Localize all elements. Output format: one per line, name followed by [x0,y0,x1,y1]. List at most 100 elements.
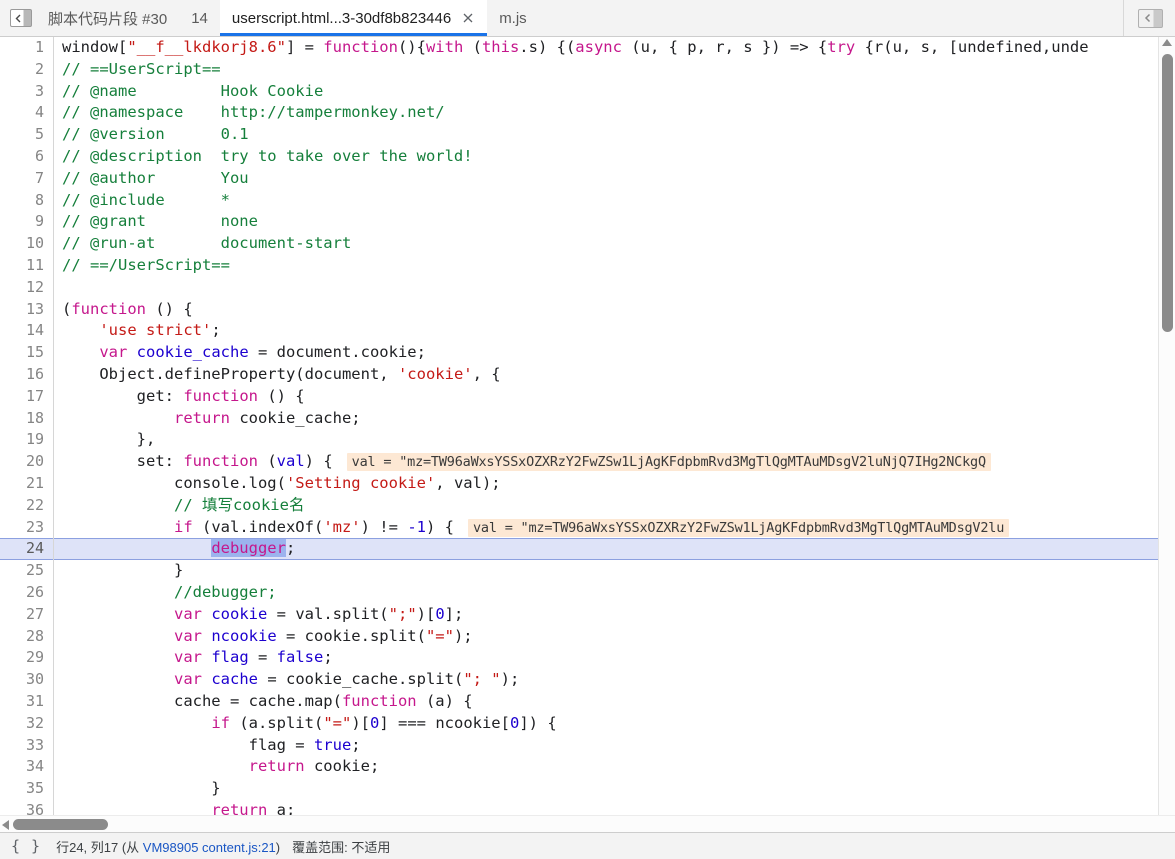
code-line-text[interactable]: var ncookie = cookie.split("="); [54,626,1175,648]
code-line[interactable]: 14 'use strict'; [0,320,1175,343]
line-number[interactable]: 28 [0,625,54,648]
line-number[interactable]: 13 [0,298,54,321]
code-line-text[interactable]: if (a.split("=")[0] === ncookie[0]) { [54,713,1175,735]
code-line[interactable]: 8 // @include * [0,189,1175,212]
code-line-text[interactable]: var cookie_cache = document.cookie; [54,342,1175,364]
code-line[interactable]: 13 (function () { [0,298,1175,321]
code-line-text[interactable]: debugger; [54,538,1175,560]
line-number[interactable]: 33 [0,734,54,757]
code-line[interactable]: 19 }, [0,429,1175,452]
line-number[interactable]: 36 [0,799,54,815]
code-line[interactable]: 5 // @version 0.1 [0,124,1175,146]
scroll-up-arrow-icon[interactable] [1162,39,1172,46]
code-line-text[interactable]: // 填写cookie名 [54,495,1175,517]
line-number[interactable]: 4 [0,102,54,125]
code-line-text[interactable]: (function () { [54,299,1175,321]
code-line-text[interactable]: // @namespace http://tampermonkey.net/ [54,102,1175,124]
code-line-text[interactable]: // ==UserScript== [54,59,1175,81]
inline-value-hint[interactable]: val = "mz=TW96aWxsYSSxOZXRzY2FwZSw1LjAgK… [467,518,1010,537]
code-line-text[interactable] [54,277,1175,299]
code-line[interactable]: 20 set: function (val) {val = "mz=TW96aW… [0,451,1175,473]
code-line-text[interactable]: window["__f__lkdkorj8.6"] = function(){w… [54,37,1175,59]
line-number[interactable]: 35 [0,778,54,800]
code-line-text[interactable]: // @grant none [54,211,1175,233]
code-line[interactable]: 27 var cookie = val.split(";")[0]; [0,603,1175,626]
code-line[interactable]: 15 var cookie_cache = document.cookie; [0,342,1175,364]
code-line-text[interactable]: Object.defineProperty(document, 'cookie'… [54,364,1175,386]
horizontal-scrollbar-thumb[interactable] [13,819,108,830]
line-number[interactable]: 19 [0,429,54,452]
line-number[interactable]: 5 [0,124,54,146]
code-line[interactable]: 22 // 填写cookie名 [0,494,1175,517]
code-line-text[interactable]: var cookie = val.split(";")[0]; [54,604,1175,626]
line-number[interactable]: 10 [0,233,54,255]
code-line-text[interactable]: cache = cache.map(function (a) { [54,691,1175,713]
line-number[interactable]: 15 [0,342,54,364]
line-number[interactable]: 30 [0,669,54,691]
code-line[interactable]: 31 cache = cache.map(function (a) { [0,690,1175,713]
code-line-text[interactable]: // @name Hook Cookie [54,81,1175,103]
code-line[interactable]: 23 if (val.indexOf('mz') != -1) {val = "… [0,516,1175,539]
code-line-text[interactable]: flag = true; [54,735,1175,757]
code-line-text[interactable]: 'use strict'; [54,320,1175,342]
code-line-text[interactable]: // @run-at document-start [54,233,1175,255]
code-line[interactable]: 25 } [0,560,1175,582]
line-number[interactable]: 32 [0,712,54,735]
code-line-text[interactable]: return cookie_cache; [54,408,1175,430]
line-number[interactable]: 18 [0,407,54,430]
vertical-scrollbar-thumb[interactable] [1162,54,1173,332]
tab-userscript-html[interactable]: userscript.html...3-30df8b823446 [219,0,488,36]
code-line-text[interactable]: // @description try to take over the wor… [54,146,1175,168]
line-number[interactable]: 11 [0,254,54,277]
line-number[interactable]: 21 [0,472,54,495]
vertical-scrollbar[interactable] [1158,37,1175,815]
code-line-text[interactable]: var cache = cookie_cache.split("; "); [54,669,1175,691]
code-line-text[interactable]: }, [54,429,1175,451]
code-line-text[interactable]: return a; [54,800,1175,815]
line-number[interactable]: 7 [0,167,54,190]
code-line[interactable]: 10 // @run-at document-start [0,233,1175,255]
code-line[interactable]: 7 // @author You [0,167,1175,190]
collapse-sidebar-icon[interactable] [1138,8,1163,28]
code-line[interactable]: 2 // ==UserScript== [0,58,1175,81]
line-number[interactable]: 17 [0,385,54,408]
line-number[interactable]: 23 [0,516,54,539]
line-number[interactable]: 22 [0,494,54,517]
code-line[interactable]: 28 var ncookie = cookie.split("="); [0,625,1175,648]
code-line[interactable]: 6 // @description try to take over the wo… [0,145,1175,168]
horizontal-scrollbar[interactable] [0,815,1175,832]
code-line[interactable]: 30 var cache = cookie_cache.split("; "); [0,669,1175,691]
code-line-text[interactable]: if (val.indexOf('mz') != -1) {val = "mz=… [54,517,1175,539]
line-number[interactable]: 1 [0,37,54,59]
code-line-text[interactable]: get: function () { [54,386,1175,408]
line-number[interactable]: 8 [0,189,54,212]
line-number[interactable]: 14 [0,320,54,343]
source-origin-link[interactable]: VM98905 content.js:21 [143,840,276,855]
code-line[interactable]: 29 var flag = false; [0,647,1175,670]
code-line[interactable]: 17 get: function () { [0,385,1175,408]
line-number[interactable]: 25 [0,560,54,582]
line-number[interactable]: 20 [0,451,54,473]
scroll-left-arrow-icon[interactable] [2,820,9,830]
line-number[interactable]: 26 [0,581,54,604]
code-line[interactable]: 21 console.log('Setting cookie', val); [0,472,1175,495]
code-line-text[interactable]: // @version 0.1 [54,124,1175,146]
code-line-text[interactable]: // @include * [54,190,1175,212]
pretty-print-icon[interactable]: { } [8,837,44,855]
code-line[interactable]: 9 // @grant none [0,211,1175,234]
line-number[interactable]: 34 [0,756,54,779]
code-line[interactable]: 11 // ==/UserScript== [0,254,1175,277]
code-line-text[interactable]: } [54,560,1175,582]
code-line[interactable]: 3 // @name Hook Cookie [0,80,1175,103]
show-navigator-icon[interactable] [10,9,32,27]
code-line-text[interactable]: //debugger; [54,582,1175,604]
tab-m-js[interactable]: m.js [487,0,539,36]
code-lines-container[interactable]: 1 window["__f__lkdkorj8.6"] = function(){… [0,37,1175,815]
line-number[interactable]: 6 [0,145,54,168]
code-line-text[interactable]: return cookie; [54,756,1175,778]
line-number[interactable]: 9 [0,211,54,234]
code-line[interactable]: 34 return cookie; [0,756,1175,779]
code-line[interactable]: 35 } [0,778,1175,800]
line-number[interactable]: 27 [0,603,54,626]
code-line[interactable]: 36 return a; [0,799,1175,815]
